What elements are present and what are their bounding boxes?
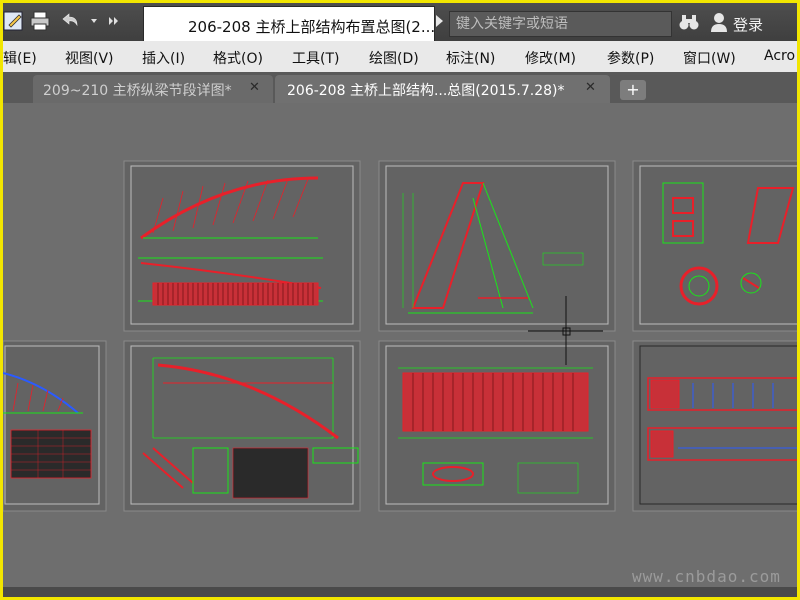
sheet-2-0[interactable]: [3, 340, 107, 512]
search-box[interactable]: [449, 11, 672, 37]
sheet-1-3[interactable]: [632, 160, 797, 332]
close-icon[interactable]: ✕: [585, 80, 596, 95]
search-expand-icon[interactable]: [436, 15, 443, 27]
sheet-2-1[interactable]: [123, 340, 361, 512]
tab-label: 206-208 主桥上部结构...总图(2015.7.28)*: [287, 83, 565, 99]
menu-window[interactable]: 窗口(W): [683, 48, 736, 68]
print-icon[interactable]: [29, 10, 51, 32]
menu-acrobat[interactable]: Acro: [764, 48, 795, 64]
close-icon[interactable]: ✕: [249, 80, 260, 95]
tab-label: 209~210 主桥纵梁节段详图*: [43, 83, 232, 99]
file-tab-bar: 209~210 主桥纵梁节段详图* ✕ 206-208 主桥上部结构...总图(…: [3, 72, 797, 103]
save-icon[interactable]: [3, 10, 25, 32]
title-bar: 206-208 主桥上部结构布置总图(2... 登录: [3, 3, 797, 42]
menu-bar: 辑(E) 视图(V) 插入(I) 格式(O) 工具(T) 绘图(D) 标注(N)…: [3, 41, 797, 73]
menu-insert[interactable]: 插入(I): [142, 48, 185, 68]
undo-icon[interactable]: [59, 10, 81, 32]
menu-view[interactable]: 视图(V): [65, 48, 114, 68]
sheet-1-1[interactable]: [123, 160, 361, 332]
search-input[interactable]: [450, 12, 671, 36]
tab-file-209-210[interactable]: 209~210 主桥纵梁节段详图* ✕: [33, 75, 273, 103]
sheet-1-2[interactable]: [378, 160, 616, 332]
sheet-2-3[interactable]: [632, 340, 797, 512]
status-strip: [3, 587, 797, 597]
autocad-window: 206-208 主桥上部结构布置总图(2... 登录 辑(E) 视图(V) 插入…: [3, 3, 797, 597]
menu-edit[interactable]: 辑(E): [3, 48, 37, 68]
binoculars-icon[interactable]: [679, 13, 699, 31]
menu-modify[interactable]: 修改(M): [525, 48, 576, 68]
drawing-canvas[interactable]: [3, 103, 797, 587]
user-icon[interactable]: [710, 11, 728, 33]
login-link[interactable]: 登录: [733, 14, 763, 35]
menu-format[interactable]: 格式(O): [213, 48, 263, 68]
more-tools-icon[interactable]: [103, 10, 125, 32]
menu-parametric[interactable]: 参数(P): [607, 48, 654, 68]
document-title: 206-208 主桥上部结构布置总图(2...: [188, 18, 436, 36]
drawing-sheets: [3, 160, 797, 512]
menu-dimension[interactable]: 标注(N): [446, 48, 495, 68]
watermark-text: www.cnbdao.com: [632, 567, 781, 586]
menu-draw[interactable]: 绘图(D): [369, 48, 419, 68]
menu-tools[interactable]: 工具(T): [292, 48, 339, 68]
new-tab-button[interactable]: +: [620, 80, 646, 100]
sheet-2-2[interactable]: [378, 340, 616, 512]
document-title-box: 206-208 主桥上部结构布置总图(2...: [143, 6, 435, 42]
tab-file-206-208[interactable]: 206-208 主桥上部结构...总图(2015.7.28)* ✕: [275, 75, 610, 103]
